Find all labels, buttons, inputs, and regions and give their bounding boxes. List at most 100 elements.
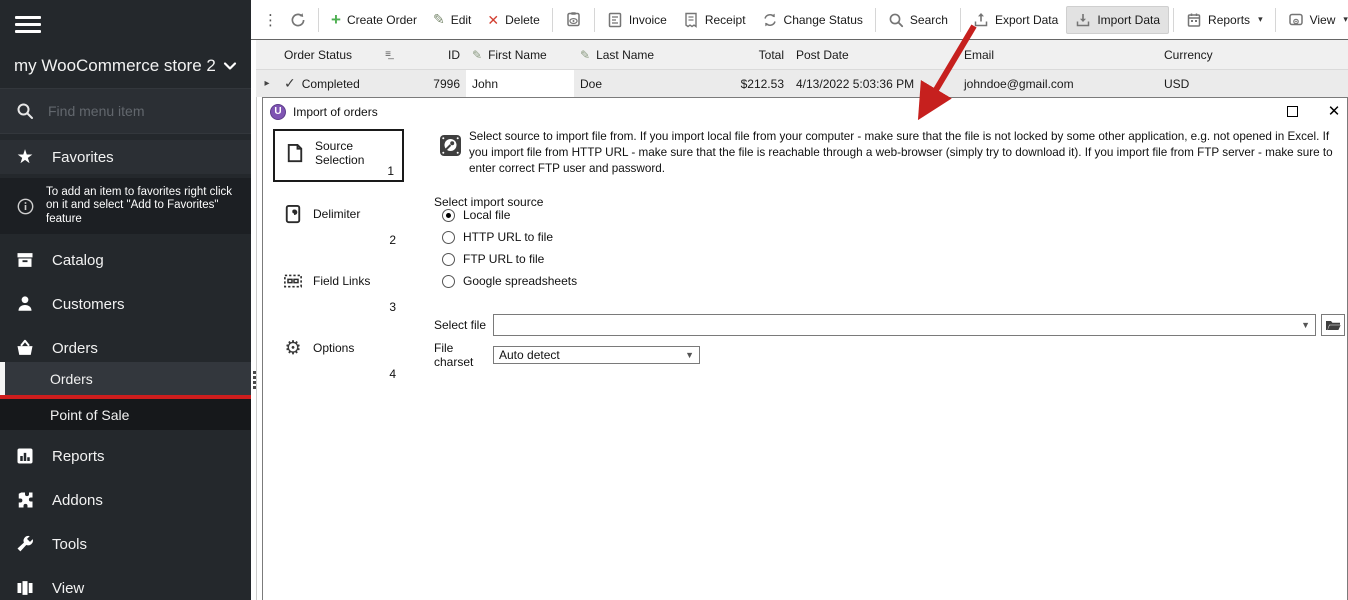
sidebar-item-view[interactable]: View (0, 566, 251, 600)
invoice-icon (607, 12, 623, 28)
row-expander-icon[interactable]: ▸ (256, 70, 278, 97)
column-header-order-status[interactable]: Order Status ≡̲ (278, 40, 396, 69)
maximize-icon (1287, 106, 1298, 117)
step-label: Options (313, 341, 354, 355)
export-data-button[interactable]: Export Data (965, 7, 1066, 33)
customers-icon (14, 293, 36, 315)
orders-grid: Order Status ≡̲ ID ✎ First Name ✎ Last N… (256, 40, 1348, 97)
step-field-links[interactable]: Field Links 3 (273, 263, 404, 316)
column-header-first-name[interactable]: ✎ First Name (466, 40, 574, 69)
dropdown-caret-icon: ▾ (1258, 14, 1263, 25)
sidebar-subitem-point-of-sale[interactable]: Point of Sale (0, 399, 251, 430)
sidebar-item-label: Reports (52, 448, 105, 465)
radio-label: Google spreadsheets (463, 274, 577, 288)
file-charset-select[interactable]: Auto detect ▼ (493, 346, 700, 364)
reports-dropdown-button[interactable]: Reports ▾ (1178, 7, 1271, 33)
radio-http-url[interactable]: HTTP URL to file (442, 230, 577, 244)
sort-icon: ≡̲ (385, 49, 390, 60)
file-charset-row: File charset Auto detect ▼ (434, 341, 700, 369)
dialog-titlebar[interactable]: U Import of orders (263, 98, 1347, 125)
x-icon: ✕ (487, 13, 499, 27)
calendar-icon (1186, 12, 1202, 28)
toolbar-separator (875, 8, 876, 32)
maximize-button[interactable] (1283, 103, 1301, 119)
sidebar-item-addons[interactable]: Addons (0, 478, 251, 522)
step-delimiter[interactable]: Delimiter 2 (273, 196, 404, 249)
file-charset-value: Auto detect (499, 348, 560, 362)
import-icon (1075, 12, 1091, 28)
step-source-selection[interactable]: Source Selection 1 (273, 129, 404, 182)
gear-icon: ⚙ (283, 338, 303, 358)
button-label: Reports (1208, 13, 1250, 27)
store-name: my WooCommerce store 2 (14, 56, 216, 76)
search-button[interactable]: Search (880, 7, 956, 33)
toolbar-overflow-icon[interactable]: ⋮ (259, 11, 282, 29)
menu-search (0, 88, 251, 134)
select-file-combobox[interactable]: ▼ (493, 314, 1316, 336)
preview-order-button[interactable] (557, 6, 590, 33)
hamburger-menu-button[interactable] (0, 10, 251, 38)
browse-file-button[interactable] (1321, 314, 1345, 336)
column-header-currency[interactable]: Currency (1158, 40, 1348, 69)
menu-search-input[interactable] (48, 103, 218, 119)
invoice-button[interactable]: Invoice (599, 7, 675, 33)
star-icon: ★ (14, 146, 36, 168)
column-header-post-date[interactable]: Post Date (790, 40, 958, 69)
radio-icon (442, 231, 455, 244)
column-header-email[interactable]: Email (958, 40, 1158, 69)
import-dialog: U Import of orders ✕ Source Selection 1 (262, 97, 1348, 600)
delimiter-icon (283, 204, 303, 224)
info-icon (14, 195, 36, 217)
sidebar-item-customers[interactable]: Customers (0, 282, 251, 326)
step-number: 2 (389, 233, 396, 247)
radio-ftp-url[interactable]: FTP URL to file (442, 252, 577, 266)
favorites-hint: To add an item to favorites right click … (0, 178, 251, 234)
puzzle-icon (14, 489, 36, 511)
sidebar-subitem-orders[interactable]: Orders (0, 362, 251, 395)
button-label: Import Data (1097, 13, 1160, 27)
reports-icon (14, 445, 36, 467)
catalog-icon (14, 249, 36, 271)
sidebar-item-label: Orders (52, 340, 98, 357)
sidebar-item-label: Tools (52, 536, 87, 553)
refresh-button[interactable] (282, 7, 314, 33)
radio-icon (442, 209, 455, 222)
delete-button[interactable]: ✕ Delete (479, 8, 547, 32)
cell-post-date: 4/13/2022 5:03:36 PM (790, 70, 958, 97)
store-selector[interactable]: my WooCommerce store 2 (0, 48, 251, 84)
close-button[interactable]: ✕ (1325, 103, 1343, 119)
dropdown-caret-icon[interactable]: ▼ (685, 350, 694, 360)
splitter-grip[interactable] (252, 371, 257, 389)
button-label: Invoice (629, 13, 667, 27)
radio-label: HTTP URL to file (463, 230, 553, 244)
column-header-total[interactable]: Total (728, 40, 790, 69)
sidebar-item-catalog[interactable]: Catalog (0, 238, 251, 282)
button-label: Change Status (784, 13, 863, 27)
select-file-input[interactable] (499, 318, 1297, 332)
create-order-button[interactable]: + Create Order (323, 6, 425, 33)
sidebar-subitem-label: Orders (50, 371, 93, 387)
change-status-button[interactable]: Change Status (754, 7, 871, 33)
view-dropdown-button[interactable]: View ▾ (1280, 7, 1348, 33)
favorites-hint-text: To add an item to favorites right click … (46, 186, 241, 227)
order-row[interactable]: ▸ ✓ Completed 7996 John Doe $212.53 4/13… (256, 70, 1348, 97)
radio-google-spreadsheets[interactable]: Google spreadsheets (442, 274, 577, 288)
sidebar-item-reports[interactable]: Reports (0, 434, 251, 478)
sidebar-item-favorites[interactable]: ★ Favorites (0, 140, 251, 174)
export-icon (973, 12, 989, 28)
dialog-title: Import of orders (293, 105, 378, 119)
receipt-button[interactable]: Receipt (675, 7, 754, 33)
cell-first-name[interactable]: John (466, 70, 574, 97)
edit-button[interactable]: ✎ Edit (425, 6, 479, 33)
radio-local-file[interactable]: Local file (442, 208, 577, 222)
step-label: Source Selection (315, 139, 396, 167)
orders-icon (14, 337, 36, 359)
import-data-button[interactable]: Import Data (1066, 6, 1169, 34)
sidebar-item-tools[interactable]: Tools (0, 522, 251, 566)
radio-icon (442, 275, 455, 288)
column-header-id[interactable]: ID (396, 40, 466, 69)
column-header-last-name[interactable]: ✎ Last Name (574, 40, 728, 69)
step-options[interactable]: ⚙ Options 4 (273, 330, 404, 383)
button-label: Search (910, 13, 948, 27)
dropdown-caret-icon[interactable]: ▼ (1301, 320, 1310, 330)
